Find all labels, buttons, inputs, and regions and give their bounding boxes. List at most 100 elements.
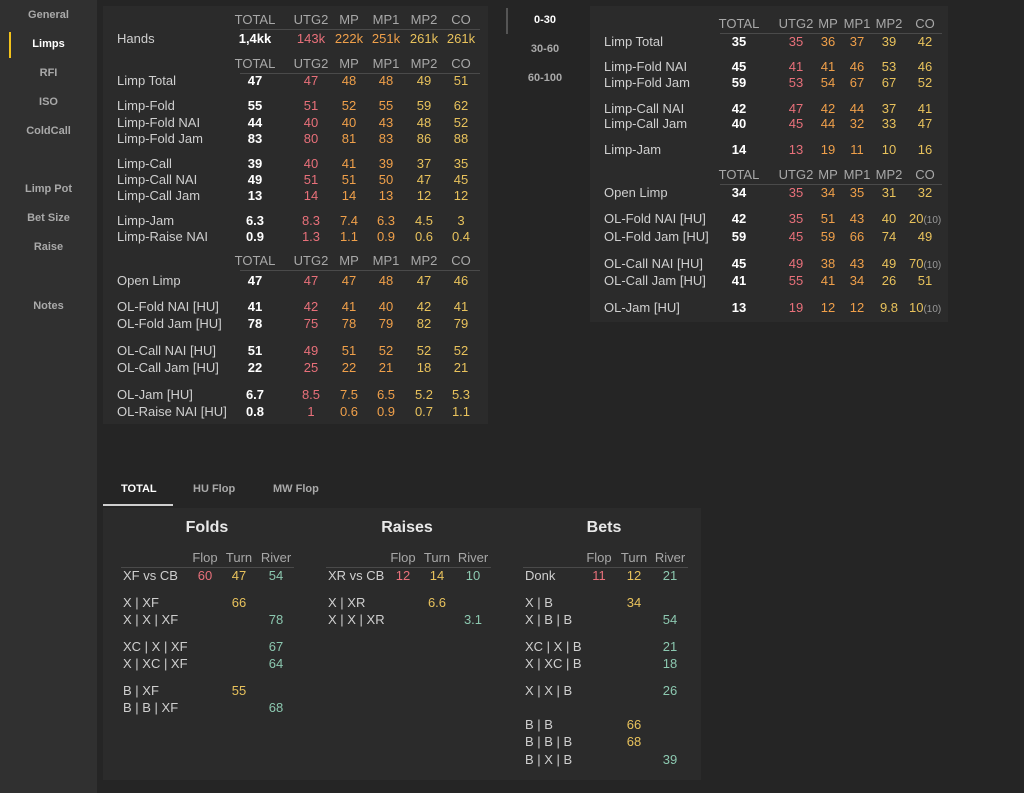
right-open-limp-row-value: 70(10) (909, 256, 942, 271)
right-limp-row-value: 47 (917, 116, 933, 131)
raises-row-label: X | XR (328, 595, 366, 610)
right-limp-row-value: 59 (731, 75, 747, 90)
left-col-header: TOTAL (234, 12, 276, 27)
limp-row-label: Limp-Fold Jam (117, 131, 203, 146)
bets-row-label: Donk (525, 568, 556, 583)
bets-row-label: B | B (525, 717, 553, 732)
limp-row-value: 3 (457, 213, 465, 228)
nav-general[interactable]: General (0, 9, 97, 21)
right-open-limp-row-value: 32 (917, 185, 933, 200)
open-limp-row-label: OL-Fold Jam [HU] (117, 316, 222, 331)
bets-row-value: 39 (662, 752, 678, 767)
right-limp-row-value: 45 (731, 59, 747, 74)
limp-row-value: 0.4 (451, 229, 471, 244)
range-tab-0-30[interactable]: 0-30 (515, 14, 575, 26)
left-col-header: TOTAL (234, 253, 276, 268)
open-limp-row-label: OL-Raise NAI [HU] (117, 404, 227, 419)
open-limp-row-value: 5.3 (451, 387, 471, 402)
tab-mw-flop[interactable]: MW Flop (273, 483, 319, 495)
right-limp-row-label: Limp-Fold NAI (604, 59, 688, 74)
folds-street-header: Turn (225, 550, 253, 565)
nav-notes[interactable]: Notes (0, 300, 97, 312)
limp-row-value: 47 (247, 73, 263, 88)
right-limp-row-label: Limp-Jam (604, 142, 662, 157)
folds-row-value: 55 (231, 683, 247, 698)
right-limp-row-value: 52 (917, 75, 933, 90)
open-limp-row-label: Open Limp (117, 273, 181, 288)
sample-size-note: (10) (923, 215, 942, 226)
right-open-limp-row-value: 20(10) (909, 211, 942, 226)
limp-row-label: Limp-Fold (117, 98, 175, 113)
folds-row-value: 78 (268, 612, 284, 627)
limp-row-value: 55 (247, 98, 263, 113)
nav-rfi[interactable]: RFI (0, 67, 97, 79)
bets-street-header: Flop (586, 550, 612, 565)
right-open-limp-row-value: 41 (731, 273, 747, 288)
left-header-divider (240, 29, 480, 30)
hands-value: 261k (446, 31, 476, 46)
raises-street-header: Turn (423, 550, 451, 565)
right-open-limp-row-value: 13 (731, 300, 747, 315)
nav-raise[interactable]: Raise (0, 241, 97, 253)
right-open-limp-row-value: 49 (881, 256, 897, 271)
limp-row-value: 35 (453, 156, 469, 171)
limp-row-value: 12 (453, 188, 469, 203)
raises-street-header: River (457, 550, 489, 565)
folds-row-value: 54 (268, 568, 284, 583)
bets-row-value: 68 (626, 734, 642, 749)
limp-row-value: 83 (247, 131, 263, 146)
nav-limp-pot[interactable]: Limp Pot (0, 183, 97, 195)
limp-row-value: 49 (247, 172, 263, 187)
limp-row-label: Limp-Fold NAI (117, 115, 201, 130)
folds-title: Folds (185, 519, 229, 536)
nav-limps[interactable]: Limps (0, 38, 97, 50)
left-col-header: CO (451, 253, 471, 268)
right-open-limp-row-label: OL-Fold NAI [HU] (604, 211, 706, 226)
right-open-limp-row-value: 34 (731, 185, 747, 200)
folds-row-label: B | B | XF (123, 700, 179, 715)
open-limp-row-value: 79 (453, 316, 469, 331)
folds-row-label: XC | X | XF (123, 639, 188, 654)
range-tab-60-100[interactable]: 60-100 (515, 72, 575, 84)
right-limp-row-value: 16 (917, 142, 933, 157)
nav-iso[interactable]: ISO (0, 96, 97, 108)
bets-street-header: Turn (620, 550, 648, 565)
nav-coldcall[interactable]: ColdCall (0, 125, 97, 137)
bets-row-value: 54 (662, 612, 678, 627)
right-open-limp-row-label: OL-Call Jam [HU] (604, 273, 706, 288)
raises-row-label: X | X | XR (328, 612, 385, 627)
right-open-limp-row-value: 59 (731, 229, 747, 244)
open-limp-row-value: 6.7 (245, 387, 265, 402)
right-limp-row-value: 14 (731, 142, 747, 157)
open-limp-row-value: 46 (453, 273, 469, 288)
limp-row-value: 88 (453, 131, 469, 146)
limp-row-value: 52 (453, 115, 469, 130)
limp-row-label: Limp-Call NAI (117, 172, 198, 187)
right-limp-row-value: 42 (917, 34, 933, 49)
folds-street-header: River (260, 550, 292, 565)
bets-row-label: B | X | B (525, 752, 573, 767)
right-limp-row-value: 40 (731, 116, 747, 131)
hands-value: 1,4kk (238, 31, 272, 46)
right-limp-row-label: Limp-Call NAI (604, 101, 685, 116)
open-limp-row-value: 41 (247, 299, 263, 314)
tab-total[interactable]: TOTAL (121, 483, 157, 495)
limp-row-value: 45 (453, 172, 469, 187)
sample-size-note: (10) (923, 304, 942, 315)
tab-hu-flop[interactable]: HU Flop (193, 483, 235, 495)
folds-row-value: 64 (268, 656, 284, 671)
open-limp-row-value: 21 (453, 360, 469, 375)
right-open-limp-row-value: 9.8 (879, 300, 899, 315)
open-limp-row-value: 51 (247, 343, 263, 358)
raises-row-value: 10 (465, 568, 481, 583)
bets-row-value: 34 (626, 595, 642, 610)
open-limp-row-label: OL-Call Jam [HU] (117, 360, 219, 375)
postflop-panel (103, 508, 701, 780)
right-open-limp-row-value: 49 (917, 229, 933, 244)
open-limp-row-value: 52 (453, 343, 469, 358)
open-limp-row-label: OL-Fold NAI [HU] (117, 299, 219, 314)
nav-bet-size[interactable]: Bet Size (0, 212, 97, 224)
left-header-divider (240, 270, 480, 271)
range-tab-30-60[interactable]: 30-60 (515, 43, 575, 55)
open-limp-row-value: 78 (247, 316, 263, 331)
